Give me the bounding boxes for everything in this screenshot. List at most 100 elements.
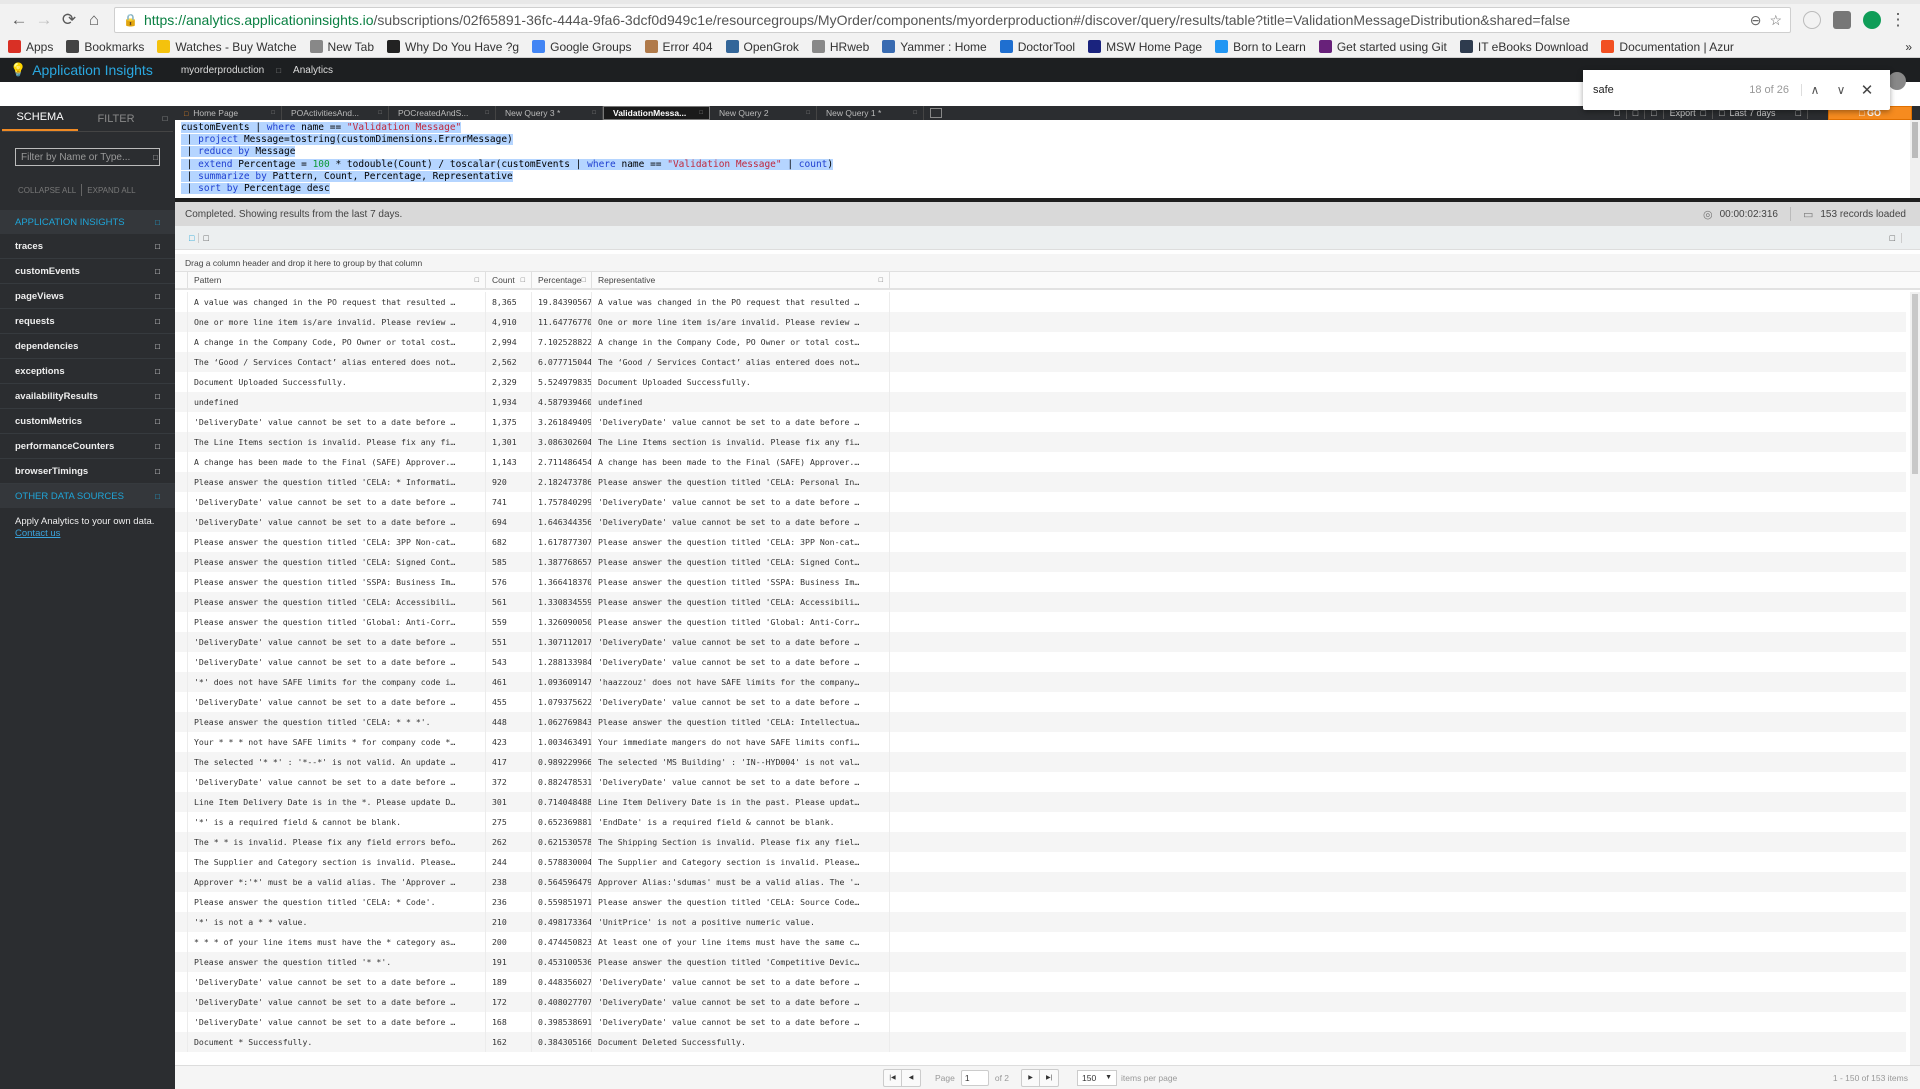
last-page-icon[interactable]: ▶| (1040, 1070, 1058, 1086)
table-row[interactable]: Please answer the question titled 'CELA:… (175, 892, 1906, 912)
table-row[interactable]: 'DeliveryDate' value cannot be set to a … (175, 412, 1906, 432)
table-row[interactable]: Please answer the question titled 'CELA:… (175, 592, 1906, 612)
close-tab-icon[interactable]: □ (806, 110, 810, 116)
bookmark-item[interactable]: DoctorTool (999, 40, 1075, 54)
table-row[interactable]: Please answer the question titled 'Globa… (175, 612, 1906, 632)
bookmark-item[interactable]: Google Groups (532, 40, 632, 54)
forward-button[interactable]: → (33, 9, 55, 31)
tab-schema[interactable]: SCHEMA (2, 111, 78, 131)
bookmark-item[interactable]: MSW Home Page (1088, 40, 1202, 54)
table-row[interactable]: 'DeliveryDate' value cannot be set to a … (175, 692, 1906, 712)
editor-scrollbar[interactable] (1910, 120, 1920, 198)
bookmark-item[interactable]: OpenGrok (725, 40, 799, 54)
query-tab[interactable]: ValidationMessa... □ (603, 106, 710, 120)
chart-view-icon[interactable]: □ (199, 233, 212, 243)
expand-icon[interactable]: □ (155, 342, 160, 351)
tab-filter[interactable]: FILTER (78, 113, 154, 131)
column-menu-icon[interactable]: □ (475, 277, 479, 284)
table-row[interactable]: '*' is a required field & cannot be blan… (175, 812, 1906, 832)
bookmark-item[interactable]: Documentation | Azur (1601, 40, 1734, 54)
expand-icon[interactable]: □ (155, 267, 160, 276)
breadcrumb-analytics[interactable]: Analytics (293, 65, 333, 76)
expand-icon[interactable]: □ (155, 467, 160, 476)
column-menu-icon[interactable]: □ (581, 277, 585, 284)
close-tab-icon[interactable]: □ (378, 110, 382, 116)
table-row[interactable]: One or more line item is/are invalid. Pl… (175, 312, 1906, 332)
column-header-representative[interactable]: Representative □ (592, 272, 890, 288)
table-row[interactable]: * * * of your line items must have the *… (175, 932, 1906, 952)
sidebar-item-pageViews[interactable]: pageViews □ (0, 284, 175, 309)
table-row[interactable]: 'DeliveryDate' value cannot be set to a … (175, 992, 1906, 1012)
table-row[interactable]: Please answer the question titled 'SSPA:… (175, 572, 1906, 592)
page-number-input[interactable] (960, 1069, 989, 1086)
table-row[interactable]: Document Uploaded Successfully. 2,329 5.52… (175, 372, 1906, 392)
user-avatar[interactable] (1888, 72, 1906, 90)
table-row[interactable]: 'DeliveryDate' value cannot be set to a … (175, 632, 1906, 652)
bookmark-item[interactable]: Born to Learn (1215, 40, 1306, 54)
expand-icon[interactable]: □ (155, 292, 160, 301)
collapse-sidebar-icon[interactable]: □ (157, 114, 173, 131)
bookmark-item[interactable]: New Tab (309, 40, 374, 54)
collapse-all-button[interactable]: COLLAPSE ALL (18, 186, 76, 195)
group-by-drop-zone[interactable]: Drag a column header and drop it here to… (175, 254, 1920, 272)
query-tab[interactable]: POActivitiesAnd... □ (282, 106, 389, 120)
table-row[interactable]: Line Item Delivery Date is in the *. Ple… (175, 792, 1906, 812)
schema-filter-input[interactable] (21, 151, 153, 163)
close-tab-icon[interactable]: □ (271, 110, 275, 116)
more-bookmarks-icon[interactable]: » (1905, 40, 1912, 54)
first-page-icon[interactable]: |◀ (884, 1069, 902, 1086)
table-row[interactable]: Please answer the question titled 'CELA:… (175, 712, 1906, 732)
extension-icon[interactable] (1833, 11, 1851, 29)
sidebar-item-customMetrics[interactable]: customMetrics □ (0, 409, 175, 434)
bookmark-item[interactable]: Error 404 (644, 40, 713, 54)
expand-icon[interactable]: □ (155, 242, 160, 251)
sidebar-item-requests[interactable]: requests □ (0, 309, 175, 334)
table-row[interactable]: Document * Successfully. 162 0.3843051668 D… (175, 1032, 1906, 1052)
table-row[interactable]: 'DeliveryDate' value cannot be set to a … (175, 972, 1906, 992)
table-view-icon[interactable]: □ (185, 232, 200, 243)
bookmark-star-icon[interactable]: ☆ (1769, 12, 1782, 29)
close-tab-icon[interactable]: □ (485, 110, 489, 116)
breadcrumb-resource[interactable]: myorderproduction (181, 65, 264, 76)
bookmark-item[interactable]: Apps (8, 40, 53, 54)
query-tab[interactable]: New Query 1 * □ (817, 106, 924, 120)
table-row[interactable]: Your * * * not have SAFE limits * for co… (175, 732, 1906, 752)
extension-badge-icon[interactable] (1863, 11, 1881, 29)
bookmark-item[interactable]: IT eBooks Download (1459, 40, 1588, 54)
contact-us-link[interactable]: Contact us (15, 528, 60, 539)
query-tab[interactable]: □ Home Page □ (175, 106, 282, 120)
sidebar-item-customEvents[interactable]: customEvents □ (0, 259, 175, 284)
query-editor[interactable]: customEvents | where name == "Validation… (175, 120, 1920, 198)
column-menu-icon[interactable]: □ (879, 277, 883, 284)
column-menu-icon[interactable]: □ (521, 277, 525, 284)
extension-icon[interactable] (1803, 11, 1821, 29)
expand-icon[interactable]: □ (155, 317, 160, 326)
new-tab-button[interactable] (930, 108, 942, 118)
table-row[interactable]: The * * is invalid. Please fix any field… (175, 832, 1906, 852)
table-row[interactable]: 'DeliveryDate' value cannot be set to a … (175, 1012, 1906, 1032)
table-row[interactable]: Please answer the question titled 'CELA:… (175, 552, 1906, 572)
sidebar-item-performanceCounters[interactable]: performanceCounters □ (0, 434, 175, 459)
zoom-icon[interactable]: ⊖ (1750, 12, 1762, 29)
app-title[interactable]: Application Insights (32, 62, 153, 78)
scrollbar-thumb[interactable] (1912, 122, 1918, 158)
query-tab[interactable]: New Query 3 * □ (496, 106, 603, 120)
bookmark-item[interactable]: Bookmarks (66, 40, 144, 54)
column-header-percentage[interactable]: Percentage □ (532, 272, 592, 288)
expand-icon[interactable]: □ (155, 442, 160, 451)
home-button[interactable]: ⌂ (83, 9, 105, 31)
columns-icon[interactable]: □ (1890, 232, 1902, 243)
table-row[interactable]: 'DeliveryDate' value cannot be set to a … (175, 492, 1906, 512)
items-per-page-select[interactable]: 150 ▼ (1077, 1069, 1118, 1086)
table-row[interactable]: The Line Items section is invalid. Pleas… (175, 432, 1906, 452)
sidebar-item-dependencies[interactable]: dependencies □ (0, 334, 175, 359)
close-tab-icon[interactable]: □ (699, 110, 703, 116)
grid-scrollbar[interactable] (1910, 292, 1920, 1065)
table-row[interactable]: 'DeliveryDate' value cannot be set to a … (175, 772, 1906, 792)
back-button[interactable]: ← (8, 9, 30, 31)
section-application-insights[interactable]: APPLICATION INSIGHTS □ (0, 210, 175, 234)
table-row[interactable]: 'DeliveryDate' value cannot be set to a … (175, 652, 1906, 672)
expand-icon[interactable]: □ (155, 417, 160, 426)
table-row[interactable]: A change has been made to the Final (SAF… (175, 452, 1906, 472)
find-close-icon[interactable]: ✕ (1854, 81, 1880, 99)
